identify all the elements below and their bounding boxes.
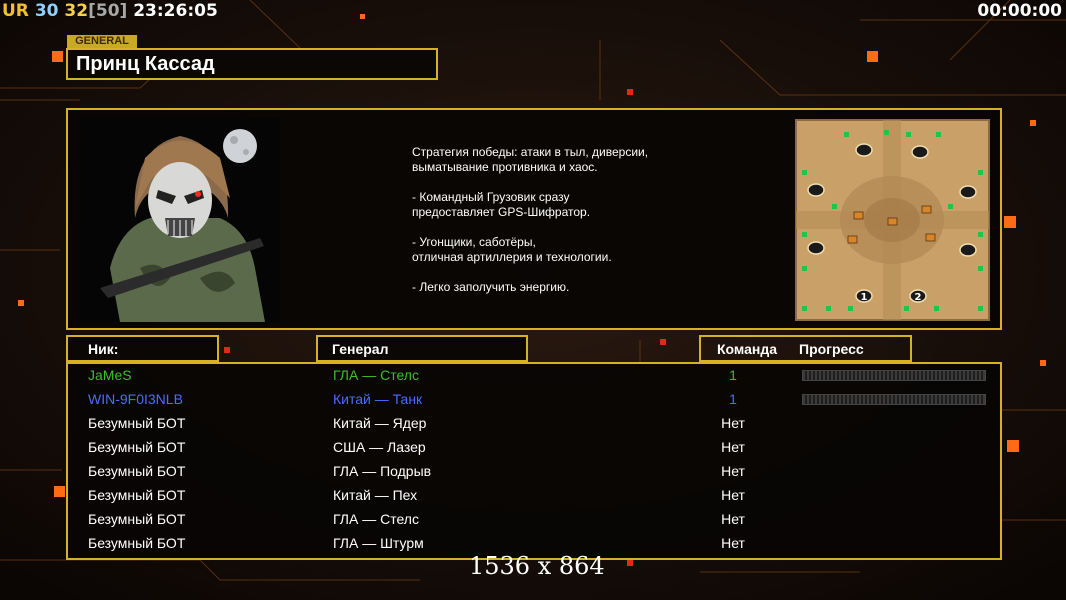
map-start-marker-2: 2	[915, 292, 922, 303]
player-general: США — Лазер	[333, 439, 426, 455]
general-name: Принц Кассад	[76, 53, 215, 75]
player-general: Китай — Танк	[333, 391, 423, 407]
player-nick: Безумный БОТ	[88, 511, 186, 527]
ur-label: UR	[2, 1, 29, 21]
player-nick: Безумный БОТ	[88, 439, 186, 455]
player-team: Нет	[721, 535, 745, 551]
player-list: JaMeS ГЛА — Стелс 1 WIN-9F0I3NLB Китай — Тан…	[66, 362, 1002, 560]
map-start-marker-1: 1	[861, 292, 868, 303]
fps-value: 30	[34, 1, 59, 21]
player-team: Нет	[721, 415, 745, 431]
player-row[interactable]: WIN-9F0I3NLB Китай — Танк 1	[68, 389, 1000, 413]
general-tag: GENERAL	[67, 35, 137, 48]
team-progress-header: Команда Прогресс	[699, 335, 912, 362]
player-progress-bar	[802, 394, 986, 405]
player-team: Нет	[721, 439, 745, 455]
strategy-description: Стратегия победы: атаки в тыл, диверсии,…	[412, 145, 649, 294]
player-row[interactable]: Безумный БОТ США — Лазер Нет	[68, 437, 1000, 461]
player-row[interactable]: Безумный БОТ ГЛА — Подрыв Нет	[68, 461, 1000, 485]
frames-value: 32	[64, 1, 89, 21]
player-team: 1	[729, 391, 737, 407]
player-general: Китай — Ядер	[333, 415, 427, 431]
general-header-label: Генерал	[332, 341, 389, 357]
player-team: Нет	[721, 511, 745, 527]
game-timer: 00:00:00	[977, 1, 1062, 21]
general-column-header: Генерал	[316, 335, 528, 362]
system-clock: 23:26:05	[133, 1, 218, 21]
desert-map-preview-icon: 1 2	[795, 119, 990, 321]
nick-header-label: Ник:	[88, 341, 119, 357]
masked-soldier-portrait-icon	[80, 118, 280, 322]
player-team: Нет	[721, 487, 745, 503]
fps-counter: UR 30 32[50] 23:26:05	[2, 0, 218, 22]
player-general: ГЛА — Стелс	[333, 367, 419, 383]
player-row[interactable]: Безумный БОТ Китай — Ядер Нет	[68, 413, 1000, 437]
player-general: ГЛА — Штурм	[333, 535, 424, 551]
player-nick: WIN-9F0I3NLB	[88, 391, 183, 407]
player-nick: Безумный БОТ	[88, 415, 186, 431]
fps-cap: [50]	[88, 1, 128, 21]
player-general: ГЛА — Стелс	[333, 511, 419, 527]
player-team: 1	[729, 367, 737, 383]
player-progress-bar	[802, 370, 986, 381]
progress-header-label: Прогресс	[799, 341, 864, 357]
general-title-box: Принц Кассад	[66, 48, 438, 80]
general-info-panel: Стратегия победы: атаки в тыл, диверсии,…	[66, 108, 1002, 330]
player-nick: Безумный БОТ	[88, 463, 186, 479]
resolution-watermark: 1536 x 864	[469, 552, 605, 580]
player-nick: Безумный БОТ	[88, 535, 186, 551]
player-nick: JaMeS	[88, 367, 132, 383]
player-row[interactable]: JaMeS ГЛА — Стелс 1	[68, 365, 1000, 389]
player-row[interactable]: Безумный БОТ Китай — Пех Нет	[68, 485, 1000, 509]
nick-column-header: Ник:	[66, 335, 219, 362]
player-row[interactable]: Безумный БОТ ГЛА — Стелс Нет	[68, 509, 1000, 533]
player-team: Нет	[721, 463, 745, 479]
team-header-label: Команда	[717, 341, 777, 357]
player-nick: Безумный БОТ	[88, 487, 186, 503]
player-general: ГЛА — Подрыв	[333, 463, 432, 479]
player-general: Китай — Пех	[333, 487, 418, 503]
